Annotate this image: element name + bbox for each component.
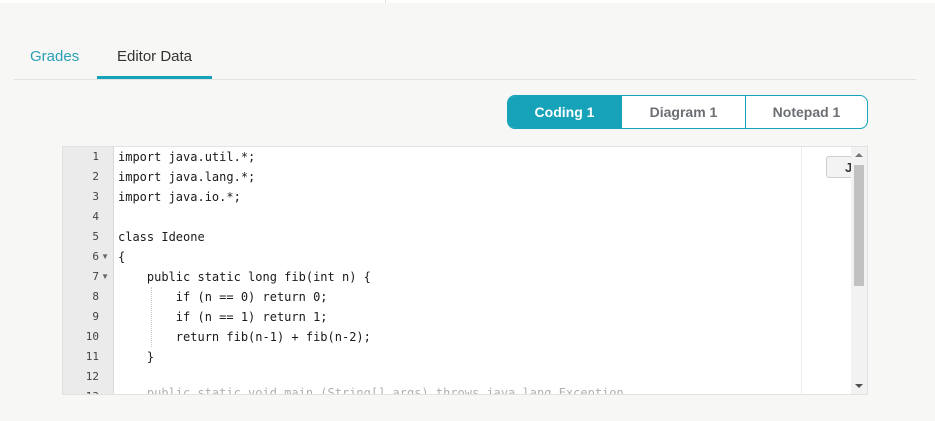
code-line: import java.util.*; (118, 150, 256, 164)
line-number: 9 (92, 310, 99, 323)
fold-arrow-icon[interactable]: ▼ (101, 247, 109, 267)
vertical-scrollbar[interactable] (851, 147, 867, 394)
line-number-gutter: 1 2 3 4 5 6 ▼ 7 ▼ 8 9 10 11 12 13 (63, 147, 114, 394)
code-line: if (n == 1) return 1; (118, 310, 328, 324)
top-bar (0, 0, 935, 3)
line-number: 8 (92, 290, 99, 303)
line-number: 4 (92, 210, 99, 223)
line-number: 12 (85, 370, 99, 383)
code-line-partial: public static void main (String[] args) … (118, 386, 624, 395)
scroll-up-icon[interactable] (855, 153, 863, 157)
view-switcher: Coding 1 Diagram 1 Notepad 1 (507, 95, 868, 129)
code-area[interactable]: import java.util.*; import java.lang.*; … (114, 147, 867, 394)
line-number: 5 (92, 230, 99, 243)
line-number: 10 (85, 330, 99, 343)
notepad-1-button[interactable]: Notepad 1 (745, 96, 867, 128)
code-line: import java.io.*; (118, 190, 241, 204)
code-line: } (118, 350, 155, 364)
code-line: public static long fib(int n) { (118, 270, 371, 284)
code-line: { (118, 250, 126, 264)
line-number: 13 (63, 387, 113, 394)
line-number: 11 (85, 350, 99, 363)
fold-arrow-icon[interactable]: ▼ (101, 267, 109, 287)
code-line: if (n == 0) return 0; (118, 290, 328, 304)
tab-editor-data[interactable]: Editor Data (97, 44, 212, 79)
tab-grades[interactable]: Grades (30, 44, 79, 77)
scrollbar-thumb[interactable] (854, 165, 864, 286)
scroll-down-icon[interactable] (855, 384, 863, 388)
code-editor[interactable]: 1 2 3 4 5 6 ▼ 7 ▼ 8 9 10 11 12 13 import… (62, 146, 868, 395)
line-number: 2 (92, 170, 99, 183)
line-number: 1 (92, 150, 99, 163)
tab-bar: Grades Editor Data (14, 44, 916, 80)
editor-side-divider (801, 147, 802, 394)
line-number: 3 (92, 190, 99, 203)
diagram-1-button[interactable]: Diagram 1 (621, 96, 745, 128)
code-line: class Ideone (118, 230, 205, 244)
code-line: import java.lang.*; (118, 170, 256, 184)
top-bar-divider (385, 0, 386, 3)
code-line: return fib(n-1) + fib(n-2); (118, 330, 371, 344)
coding-1-button[interactable]: Coding 1 (508, 96, 621, 128)
